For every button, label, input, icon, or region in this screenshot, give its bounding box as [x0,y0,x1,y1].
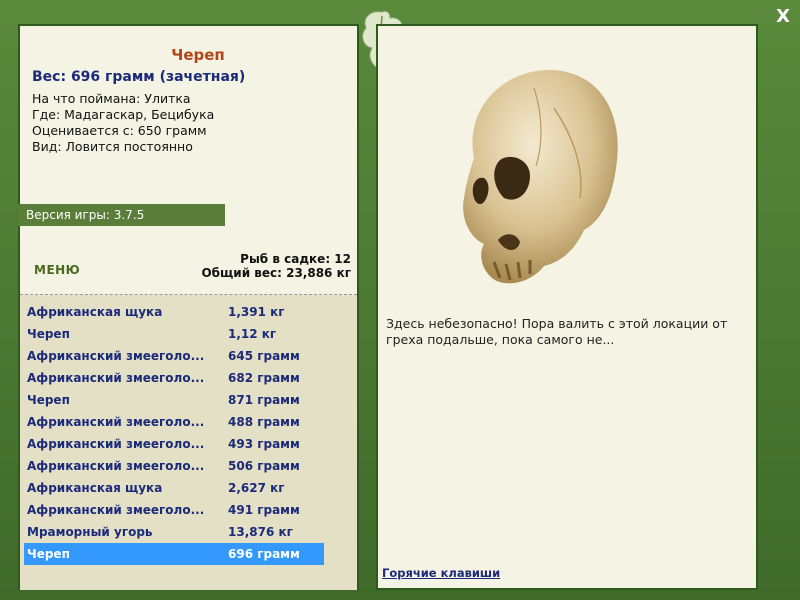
list-item[interactable]: Африканский змееголо... 491 грамм [24,499,324,521]
list-item-selected[interactable]: Череп 696 грамм [24,543,324,565]
fish-title: Череп [171,46,225,64]
catch-name: Африканский змееголо... [27,371,205,385]
catch-name: Африканский змееголо... [27,415,205,429]
catch-weight: 488 грамм [228,415,300,429]
catch-name: Африканская щука [27,481,163,495]
catch-name: Череп [27,393,70,407]
catch-weight: 645 грамм [228,349,300,363]
list-item[interactable]: Африканская щука 2,627 кг [24,477,324,499]
catch-weight: 696 грамм [228,547,300,561]
catch-weight: 493 грамм [228,437,300,451]
catch-name: Мраморный угорь [27,525,153,539]
version-banner: Версия игры: 3.7.5 [18,204,225,226]
list-item[interactable]: Африканский змееголо... 682 грамм [24,367,324,389]
catch-weight: 491 грамм [228,503,300,517]
catch-weight: 2,627 кг [228,481,285,495]
left-panel: Череп Вес: 696 грамм (зачетная) На что п… [18,24,359,590]
fish-weight: Вес: 696 грамм (зачетная) [32,69,246,85]
valued-from-text: Оценивается с: 650 грамм [32,123,207,138]
hotkeys-link[interactable]: Горячие клавиши [382,566,500,580]
catch-list: Африканская щука 1,391 кг Череп 1,12 кг … [20,295,357,590]
menu-button[interactable]: МЕНЮ [34,263,80,277]
location-text: Где: Мадагаскар, Бецибука [32,107,215,122]
catch-name: Череп [27,547,70,561]
tank-stats: Рыб в садке: 12 Общий вес: 23,886 кг [201,252,351,280]
list-item[interactable]: Африканский змееголо... 506 грамм [24,455,324,477]
catch-name: Африканский змееголо... [27,437,205,451]
list-item[interactable]: Африканский змееголо... 493 грамм [24,433,324,455]
catch-name: Африканский змееголо... [27,503,205,517]
total-weight: Общий вес: 23,886 кг [201,266,351,280]
list-item[interactable]: Африканский змееголо... 488 грамм [24,411,324,433]
location-message: Здесь небезопасно! Пора валить с этой ло… [386,316,728,347]
catch-name: Африканский змееголо... [27,349,205,363]
catch-name: Африканская щука [27,305,163,319]
catch-weight: 506 грамм [228,459,300,473]
catch-weight: 682 грамм [228,371,300,385]
catch-name: Африканский змееголо... [27,459,205,473]
catch-name: Череп [27,327,70,341]
list-item[interactable]: Мраморный угорь 13,876 кг [24,521,324,543]
catch-weight: 871 грамм [228,393,300,407]
list-item[interactable]: Африканский змееголо... 645 грамм [24,345,324,367]
fish-type-text: Вид: Ловится постоянно [32,139,193,154]
list-item[interactable]: Африканская щука 1,391 кг [24,301,324,323]
list-item[interactable]: Череп 1,12 кг [24,323,324,345]
caught-on-text: На что поймана: Улитка [32,91,191,106]
fish-count: Рыб в садке: 12 [240,252,351,266]
catch-weight: 13,876 кг [228,525,293,539]
catch-weight: 1,12 кг [228,327,277,341]
list-item[interactable]: Череп 871 грамм [24,389,324,411]
close-button[interactable]: X [776,6,790,27]
fish-info: Череп Вес: 696 грамм (зачетная) На что п… [32,46,352,155]
right-panel: Здесь небезопасно! Пора валить с этой ло… [376,24,758,590]
fish-details: На что поймана: Улитка Где: Мадагаскар, … [32,91,352,155]
catch-weight: 1,391 кг [228,305,285,319]
skull-image [463,69,618,284]
